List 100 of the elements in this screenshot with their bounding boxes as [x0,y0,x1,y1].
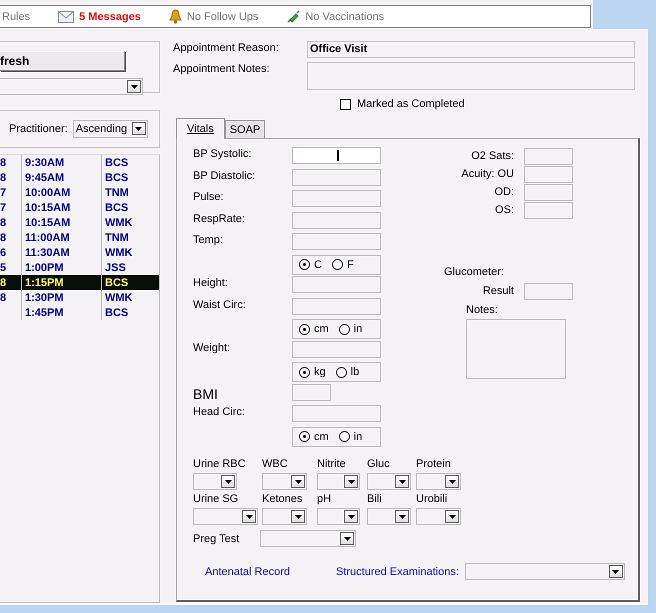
time-cell: 10:00AM [25,186,70,198]
field-label: OS: [494,204,514,216]
radio-button[interactable] [299,431,310,442]
appointment-row[interactable]: 6 11:30AM WMK [0,245,159,260]
text-field[interactable] [524,184,573,200]
dropdown[interactable] [464,563,625,580]
notes-label: Appointment Notes: [173,62,271,75]
radio-button[interactable] [338,324,350,334]
checkbox[interactable] [340,98,351,110]
field-label: Urobili [416,493,448,505]
caret-icon [344,536,350,540]
notes-field[interactable] [466,319,566,379]
dropdown[interactable] [317,473,360,490]
appointment-row[interactable]: 8 1:30PM WMK [0,290,159,305]
unit-label: F [346,258,354,270]
dropdown[interactable] [416,508,461,525]
field-label: Pulse: [193,190,225,203]
radio-button[interactable] [299,366,310,378]
syringe-icon[interactable] [286,10,300,24]
rules-label[interactable]: Rules [2,10,30,22]
text-field[interactable] [524,282,573,300]
table-cell: 8 [0,232,6,244]
appointment-row[interactable]: 8 1:15PM BCS [0,275,159,290]
text-field[interactable] [292,233,381,250]
table-cell: 8 [0,292,6,304]
follow-ups-label[interactable]: No Follow Ups [186,10,258,22]
field-label: Weight: [193,340,232,354]
dropdown[interactable] [262,508,307,525]
text-field[interactable] [524,202,573,218]
radio-button[interactable] [299,259,310,270]
dropdown[interactable] [367,473,411,490]
time-cell: 11:30AM [25,246,70,258]
field-label: BP Systolic: [193,147,252,160]
messages-link[interactable]: 5 Messages [79,10,141,22]
caret-icon [348,514,354,518]
text-field[interactable] [292,340,381,358]
practitioner-cell: WMK [105,216,132,228]
appointment-row[interactable]: 8 10:15AM WMK [0,215,159,230]
text-field[interactable] [292,384,331,400]
field-label: Nitrite [317,458,346,470]
antenatal-record-link[interactable]: Antenatal Record [205,566,336,578]
dropdown[interactable] [0,78,143,95]
appointment-row[interactable]: 7 10:00AM TNM [0,185,159,200]
appointment-row[interactable]: 1:45PM BCS [0,305,159,320]
notes-field[interactable] [307,62,635,90]
text-field[interactable] [292,212,381,228]
tab[interactable]: SOAP [224,120,266,138]
dropdown[interactable] [262,473,307,490]
bell-icon[interactable] [168,9,182,24]
practitioner-cell: TNM [105,186,129,198]
sort-dropdown[interactable]: Ascending [72,120,148,138]
appointment-row[interactable]: 7 10:15AM BCS [0,200,159,215]
vaccinations-label[interactable]: No Vaccinations [305,10,384,22]
dropdown[interactable] [317,508,360,525]
radio-button[interactable] [299,324,310,334]
reason-field[interactable]: Office Visit [307,41,635,58]
field-label: Protein [416,458,451,470]
appointment-row[interactable]: 8 9:45AM BCS [0,170,159,185]
dropdown[interactable] [416,473,461,490]
caret-icon [348,480,354,484]
unit-label: in [354,323,362,335]
dropdown[interactable] [193,508,258,525]
field-label: OD: [493,186,514,198]
text-field[interactable] [292,276,381,293]
practitioner-cell: WMK [105,246,132,258]
field-label: Urine SG [193,493,238,505]
dropdown[interactable] [367,508,411,525]
unit-label: cm [314,430,329,442]
text-field[interactable] [292,190,381,207]
text-field[interactable] [292,147,381,164]
text-field[interactable] [524,166,573,182]
dropdown[interactable] [260,530,356,547]
practitioner-cell: JSS [105,262,126,274]
refresh-button[interactable]: fresh [0,51,125,71]
field-label: Urine RBC [193,458,246,470]
field-label: O2 Sats: [470,150,514,162]
field-label: Bili [367,493,382,505]
time-cell: 9:30AM [25,156,64,168]
table-cell: 8 [0,156,6,168]
caret-icon [448,514,456,518]
text-field[interactable] [292,168,381,186]
appointment-row[interactable]: 8 11:00AM TNM [0,230,159,245]
field-label: BMI [193,384,219,402]
table-cell: 8 [0,216,6,228]
text-field[interactable] [524,148,573,164]
appointment-row[interactable]: 8 9:30AM BCS [0,155,159,170]
envelope-icon[interactable] [58,10,74,22]
unit-label: C [314,258,322,270]
radio-button[interactable] [336,366,347,378]
text-field[interactable] [292,298,381,314]
radio-button[interactable] [332,259,343,270]
table-cell: 5 [0,262,6,274]
tab[interactable]: Vitals [176,118,225,139]
radio-button[interactable] [338,431,350,442]
caret-icon [398,480,406,484]
text-field[interactable] [292,405,381,422]
dropdown[interactable] [193,473,237,490]
field-label: Height: [193,276,229,289]
glucometer-label: Glucometer: [444,266,505,278]
caret-icon [246,514,252,518]
